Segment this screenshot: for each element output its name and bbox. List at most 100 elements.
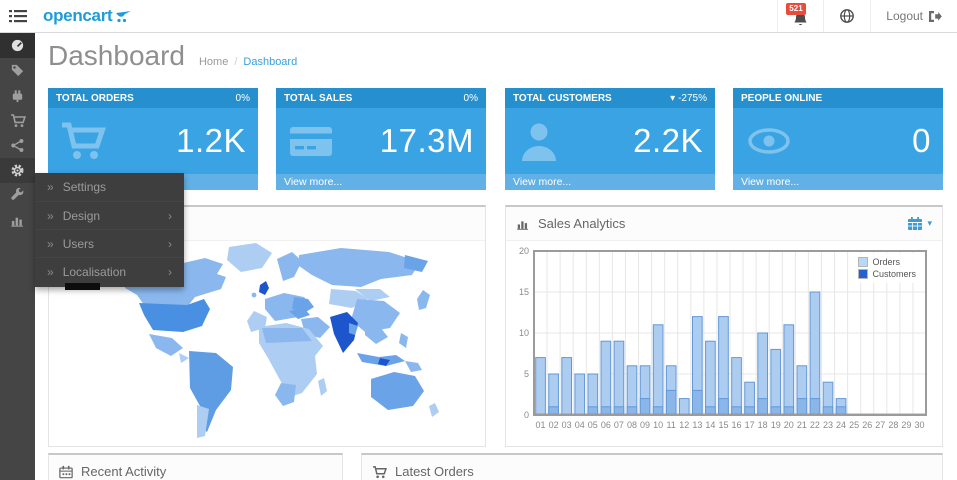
svg-text:25: 25 xyxy=(849,420,859,430)
double-angle-icon: » xyxy=(47,180,54,194)
chart-legend: Orders Customers xyxy=(854,253,920,283)
system-flyout-menu: » Settings » Design › » Users › » Locali… xyxy=(35,173,184,287)
sign-out-icon xyxy=(928,10,942,23)
tile-change: 0% xyxy=(461,93,478,104)
svg-text:20: 20 xyxy=(519,246,529,256)
calendar-icon xyxy=(59,465,73,479)
stores-button[interactable] xyxy=(823,0,870,32)
recent-activity-panel: Recent Activity xyxy=(48,453,343,480)
breadcrumb-separator: / xyxy=(234,56,237,68)
sidebar-item-dashboard[interactable] xyxy=(0,33,35,58)
menu-list-icon xyxy=(9,9,27,23)
flyout-item-localisation[interactable]: » Localisation › xyxy=(35,257,184,285)
gear-icon xyxy=(10,163,25,178)
svg-text:27: 27 xyxy=(875,420,885,430)
tile-total-sales: TOTAL SALES 0% 17.3M View more... xyxy=(276,88,486,190)
chevron-right-icon: › xyxy=(168,209,172,223)
sidebar-item-marketing[interactable] xyxy=(0,133,35,158)
bar-chart-icon xyxy=(10,213,25,228)
tile-total-customers: TOTAL CUSTOMERS ▾-275% 2.2K View more... xyxy=(505,88,715,190)
page-header: Dashboard Home / Dashboard xyxy=(48,40,297,72)
share-nodes-icon xyxy=(10,138,25,153)
tile-people-online: PEOPLE ONLINE 0 View more... xyxy=(733,88,943,190)
svg-text:24: 24 xyxy=(836,420,846,430)
svg-text:19: 19 xyxy=(771,420,781,430)
sales-analytics-title: Sales Analytics xyxy=(538,216,625,231)
breadcrumb-current[interactable]: Dashboard xyxy=(243,56,297,68)
sidebar-item-tools[interactable] xyxy=(0,183,35,208)
opencart-admin-dashboard: opencart 521 xyxy=(0,0,957,480)
svg-text:5: 5 xyxy=(524,369,529,379)
svg-text:12: 12 xyxy=(679,420,689,430)
eye-icon xyxy=(745,121,793,161)
svg-text:15: 15 xyxy=(718,420,728,430)
tile-value: 1.2K xyxy=(176,122,246,160)
svg-text:22: 22 xyxy=(810,420,820,430)
tile-value: 0 xyxy=(912,122,931,160)
logo-text: opencart xyxy=(43,6,112,26)
view-more-link[interactable]: View more... xyxy=(505,174,715,190)
notifications-button[interactable]: 521 xyxy=(777,0,823,32)
dashboard-gauge-icon xyxy=(10,38,25,53)
flyout-shadow-stub xyxy=(65,283,100,290)
date-range-button[interactable]: ▾ xyxy=(907,216,932,231)
caret-down-icon: ▾ xyxy=(927,218,932,229)
flyout-item-users[interactable]: » Users › xyxy=(35,229,184,257)
chevron-right-icon: › xyxy=(168,237,172,251)
svg-text:09: 09 xyxy=(640,420,650,430)
svg-text:18: 18 xyxy=(758,420,768,430)
svg-text:01: 01 xyxy=(536,420,546,430)
sidebar-item-reports[interactable] xyxy=(0,208,35,233)
svg-text:10: 10 xyxy=(653,420,663,430)
legend-orders: Orders xyxy=(858,257,916,267)
calendar-icon xyxy=(907,216,923,231)
view-more-link[interactable]: View more... xyxy=(276,174,486,190)
svg-text:23: 23 xyxy=(823,420,833,430)
svg-text:30: 30 xyxy=(914,420,924,430)
svg-text:0: 0 xyxy=(524,410,529,420)
svg-text:14: 14 xyxy=(705,420,715,430)
view-more-link[interactable]: View more... xyxy=(733,174,943,190)
sidebar-item-catalog[interactable] xyxy=(0,58,35,83)
breadcrumb-home[interactable]: Home xyxy=(199,56,228,68)
menu-toggle-button[interactable] xyxy=(0,0,35,33)
svg-text:08: 08 xyxy=(627,420,637,430)
svg-text:21: 21 xyxy=(797,420,807,430)
shopping-cart-icon xyxy=(372,465,387,479)
topbar-actions: 521 Logout xyxy=(777,0,957,32)
flyout-item-design[interactable]: » Design › xyxy=(35,201,184,229)
tile-change: ▾-275% xyxy=(670,93,707,104)
sales-chart: 0510152001020304050607080910111213141516… xyxy=(506,241,942,443)
double-angle-icon: » xyxy=(47,265,54,279)
customers-swatch xyxy=(858,269,868,279)
wrench-icon xyxy=(10,188,25,203)
bar-chart-icon xyxy=(516,217,530,231)
flyout-item-settings[interactable]: » Settings xyxy=(35,173,184,201)
globe-icon xyxy=(839,8,855,24)
shopping-cart-icon xyxy=(10,113,26,128)
svg-text:28: 28 xyxy=(888,420,898,430)
latest-orders-title: Latest Orders xyxy=(395,464,474,479)
svg-text:15: 15 xyxy=(519,287,529,297)
page-title: Dashboard xyxy=(48,40,185,72)
svg-text:11: 11 xyxy=(667,420,676,430)
sidebar-item-extensions[interactable] xyxy=(0,83,35,108)
latest-orders-panel: Latest Orders xyxy=(361,453,943,480)
sidebar-item-system[interactable] xyxy=(0,158,35,183)
opencart-cart-icon xyxy=(115,9,132,23)
svg-text:29: 29 xyxy=(901,420,911,430)
tile-value: 2.2K xyxy=(633,122,703,160)
opencart-logo[interactable]: opencart xyxy=(43,6,132,26)
svg-text:05: 05 xyxy=(588,420,598,430)
svg-text:04: 04 xyxy=(575,420,585,430)
caret-down-icon: ▾ xyxy=(670,93,675,104)
breadcrumb: Home / Dashboard xyxy=(199,56,297,68)
svg-text:06: 06 xyxy=(601,420,611,430)
logout-button[interactable]: Logout xyxy=(870,0,957,32)
sales-analytics-panel: Sales Analytics ▾ 0510152001020304050607… xyxy=(505,205,943,447)
tile-value: 17.3M xyxy=(380,122,474,160)
sidebar-item-sales[interactable] xyxy=(0,108,35,133)
orders-swatch xyxy=(858,257,868,267)
svg-text:03: 03 xyxy=(562,420,572,430)
recent-activity-header: Recent Activity xyxy=(49,455,342,480)
